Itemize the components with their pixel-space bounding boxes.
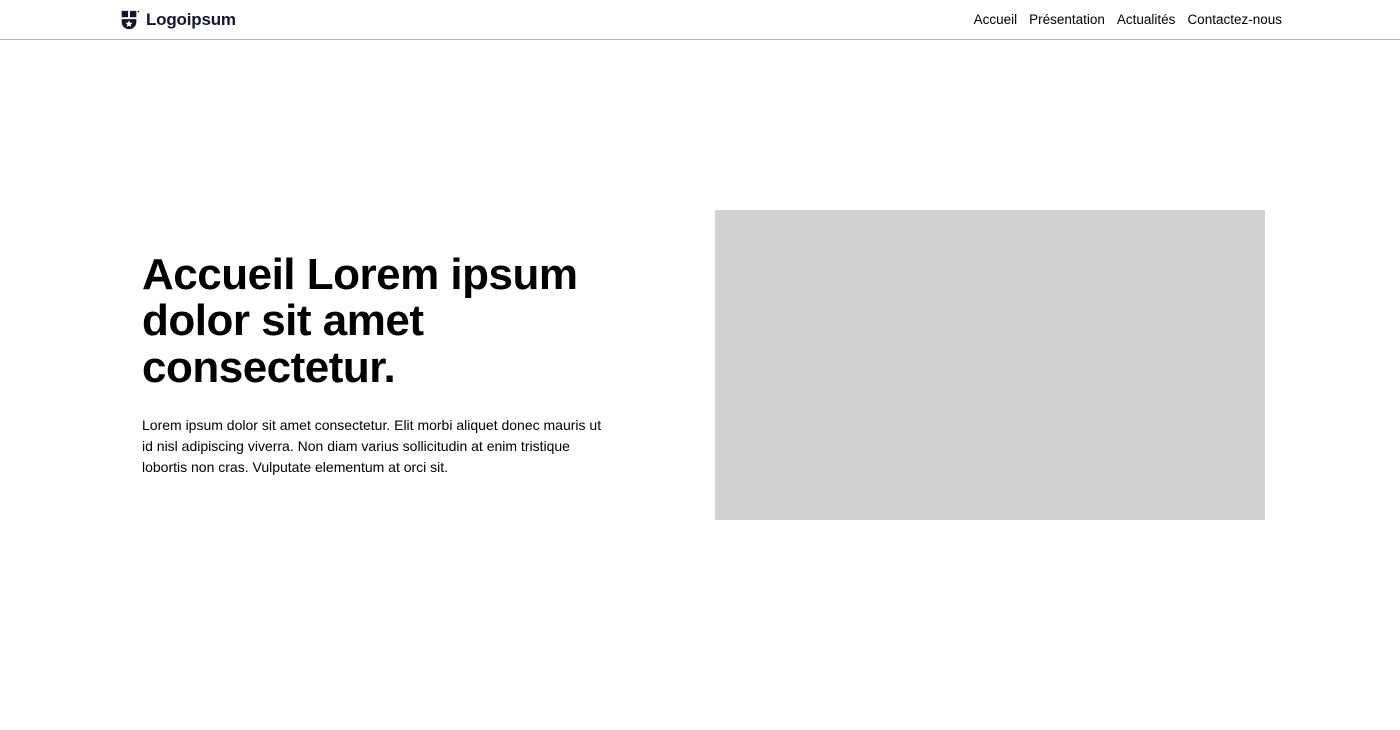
nav-link-accueil[interactable]: Accueil	[974, 12, 1018, 27]
hero-image-placeholder	[715, 210, 1265, 520]
logo[interactable]: Logoipsum	[118, 9, 236, 31]
hero-section: Accueil Lorem ipsum dolor sit amet conse…	[0, 40, 1400, 520]
hero-text-block: Accueil Lorem ipsum dolor sit amet conse…	[142, 252, 612, 478]
logo-shield-icon	[118, 9, 140, 31]
hero-title: Accueil Lorem ipsum dolor sit amet conse…	[142, 252, 612, 391]
hero-body-text: Lorem ipsum dolor sit amet consectetur. …	[142, 415, 602, 478]
logo-text: Logoipsum	[146, 10, 236, 30]
primary-nav: Accueil Présentation Actualités Contacte…	[974, 12, 1282, 27]
site-header: Logoipsum Accueil Présentation Actualité…	[0, 0, 1400, 40]
nav-link-actualites[interactable]: Actualités	[1117, 12, 1176, 27]
nav-link-contactez-nous[interactable]: Contactez-nous	[1187, 12, 1282, 27]
nav-link-presentation[interactable]: Présentation	[1029, 12, 1105, 27]
